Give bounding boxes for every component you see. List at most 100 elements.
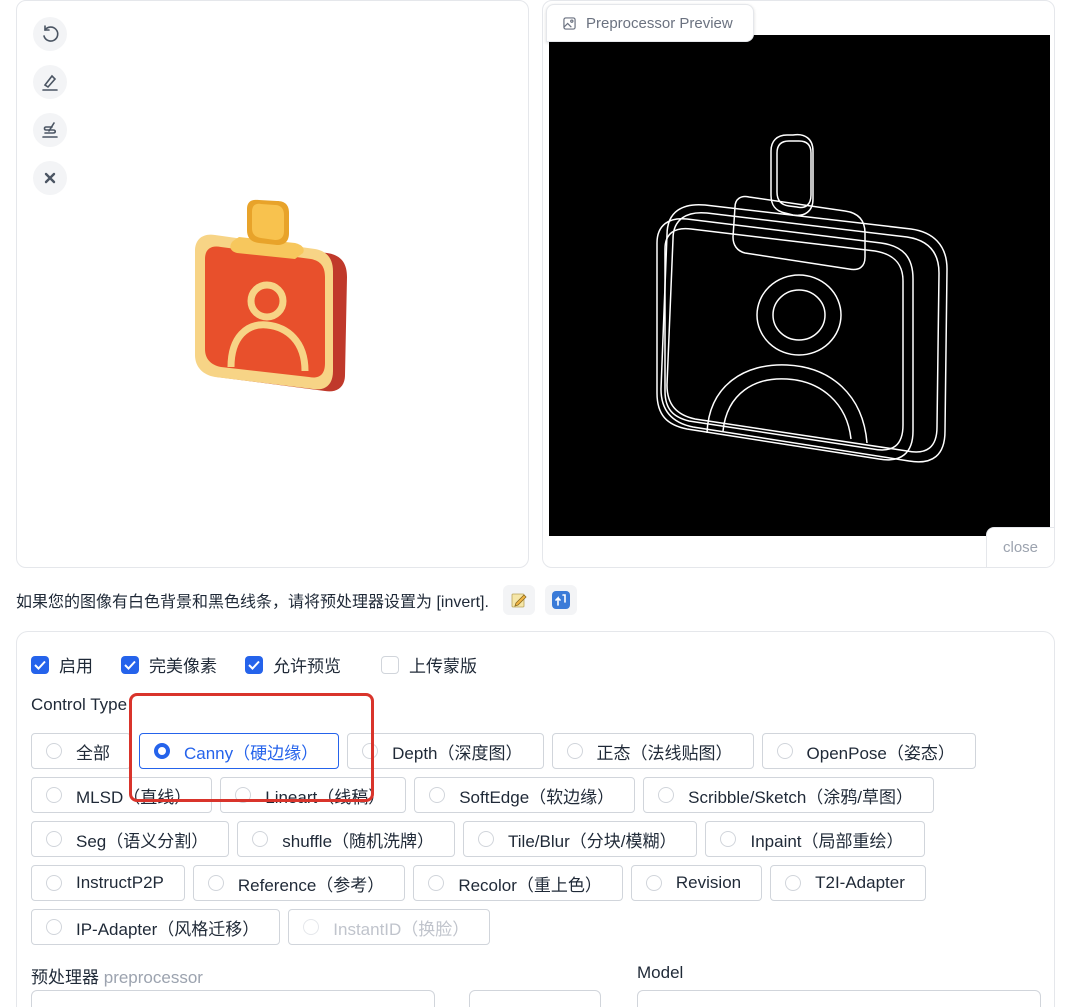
- option-label: Tile/Blur（分块/模糊）: [508, 831, 677, 851]
- radio-icon: [235, 787, 252, 803]
- edit-note-icon: [511, 593, 527, 608]
- control-type-option[interactable]: Reference（参考）: [192, 865, 406, 901]
- transfer-button[interactable]: [544, 585, 577, 615]
- invert-hint-row: 如果您的图像有白色背景和黑色线条，请将预处理器设置为 [invert].: [16, 584, 577, 616]
- enable-label: 启用: [59, 657, 93, 676]
- control-type-option[interactable]: 正态（法线贴图）: [551, 733, 754, 769]
- option-label: shuffle（随机洗牌）: [282, 831, 435, 851]
- option-label: Canny（硬边缘）: [184, 743, 319, 763]
- preprocessor-label-text: 预处理器: [31, 968, 99, 987]
- control-type-option[interactable]: OpenPose（姿态）: [761, 733, 976, 769]
- clear-icon: [44, 172, 56, 184]
- preprocessor-dropdown[interactable]: [31, 990, 435, 1007]
- preview-tab[interactable]: Preprocessor Preview: [546, 4, 754, 42]
- eraser-icon: [42, 74, 58, 91]
- radio-icon: [428, 875, 445, 891]
- control-type-option[interactable]: SoftEdge（软边缘）: [414, 777, 636, 813]
- control-type-option[interactable]: shuffle（随机洗牌）: [237, 821, 456, 857]
- option-label: Lineart（线稿）: [265, 787, 386, 807]
- option-label: Depth（深度图）: [392, 743, 523, 763]
- radio-icon: [478, 831, 495, 847]
- preprocessor-label: 预处理器 preprocessor: [31, 963, 203, 988]
- radio-icon: [645, 875, 662, 891]
- radio-icon: [429, 787, 446, 803]
- model-dropdown[interactable]: [637, 990, 1041, 1007]
- option-label: Revision: [675, 873, 742, 892]
- control-type-option[interactable]: IP-Adapter（风格迁移）: [31, 909, 281, 945]
- control-type-label: Control Type: [31, 695, 128, 714]
- radio-icon: [658, 787, 675, 803]
- control-type-option[interactable]: Tile/Blur（分块/模糊）: [463, 821, 698, 857]
- option-label: 正态（法线贴图）: [596, 743, 733, 763]
- preprocessor-preview-panel: Preprocessor Preview close: [542, 0, 1055, 568]
- option-label: T2I-Adapter: [815, 873, 905, 892]
- checkbox-unchecked-icon: [381, 655, 399, 674]
- eraser-button[interactable]: [33, 65, 67, 99]
- enable-checkbox[interactable]: 启用: [31, 652, 93, 677]
- option-label: Reference（参考）: [237, 875, 385, 895]
- checkbox-checked-icon: [245, 655, 263, 674]
- controlnet-settings: 启用 完美像素 允许预览 上传蒙版 Control Type 全部 Canny（…: [16, 631, 1055, 1007]
- brush-icon: [42, 122, 58, 138]
- pixel-perfect-checkbox[interactable]: 完美像素: [121, 652, 217, 677]
- radio-icon: [46, 875, 62, 891]
- checkbox-checked-icon: [121, 655, 139, 674]
- control-type-row-3: Seg（语义分割） shuffle（随机洗牌） Tile/Blur（分块/模糊）…: [31, 821, 925, 857]
- undo-icon: [43, 25, 59, 42]
- allow-preview-checkbox[interactable]: 允许预览: [245, 652, 341, 677]
- control-type-option[interactable]: Seg（语义分割）: [31, 821, 230, 857]
- preview-tab-label: Preprocessor Preview: [586, 14, 733, 32]
- control-type-row-2: MLSD（直线） Lineart（线稿） SoftEdge（软边缘） Scrib…: [31, 777, 935, 813]
- control-type-option[interactable]: Scribble/Sketch（涂鸦/草图）: [643, 777, 935, 813]
- radio-icon: [362, 743, 379, 759]
- radio-icon: [46, 787, 62, 803]
- control-type-row-4: InstructP2P Reference（参考） Recolor（重上色） R…: [31, 865, 926, 901]
- radio-icon: [303, 919, 320, 935]
- upload-mask-label: 上传蒙版: [409, 657, 477, 676]
- option-label: MLSD（直线）: [76, 787, 192, 807]
- input-image-panel[interactable]: [16, 0, 529, 568]
- option-label: InstructP2P: [76, 873, 164, 892]
- invert-hint-text: 如果您的图像有白色背景和黑色线条，请将预处理器设置为 [invert].: [16, 594, 489, 611]
- control-type-option[interactable]: Depth（深度图）: [347, 733, 544, 769]
- option-label: InstantID（换脸）: [333, 919, 470, 939]
- option-label: Scribble/Sketch（涂鸦/草图）: [688, 787, 914, 807]
- model-label: Model: [637, 963, 684, 982]
- option-label: Inpaint（局部重绘）: [750, 831, 904, 851]
- control-type-option[interactable]: MLSD（直线）: [31, 777, 213, 813]
- control-type-option[interactable]: Lineart（线稿）: [220, 777, 407, 813]
- control-type-option-selected[interactable]: Canny（硬边缘）: [139, 733, 340, 769]
- control-type-option-disabled: InstantID（换脸）: [288, 909, 491, 945]
- canny-preview-image: [549, 35, 1050, 536]
- radio-icon: [46, 743, 62, 759]
- id-card-illustration: [195, 199, 347, 392]
- control-type-option[interactable]: Recolor（重上色）: [413, 865, 623, 901]
- edit-note-button[interactable]: [502, 585, 535, 615]
- radio-icon: [207, 875, 224, 891]
- option-label: SoftEdge（软边缘）: [459, 787, 615, 807]
- control-type-row-1: 全部 Canny（硬边缘） Depth（深度图） 正态（法线贴图） OpenPo…: [31, 733, 976, 769]
- control-type-option[interactable]: InstructP2P: [31, 865, 185, 901]
- upload-mask-checkbox[interactable]: 上传蒙版: [381, 652, 477, 677]
- options-checkboxes: 启用 完美像素 允许预览 上传蒙版: [31, 652, 477, 677]
- control-type-option[interactable]: Inpaint（局部重绘）: [705, 821, 925, 857]
- image-icon: [563, 16, 576, 30]
- radio-icon: [720, 831, 737, 847]
- control-type-option[interactable]: Revision: [630, 865, 763, 901]
- option-label: 全部: [76, 743, 110, 763]
- control-type-option[interactable]: T2I-Adapter: [770, 865, 926, 901]
- control-type-option[interactable]: 全部: [31, 733, 131, 769]
- close-preview-button[interactable]: close: [986, 527, 1054, 567]
- control-type-row-5: IP-Adapter（风格迁移） InstantID（换脸）: [31, 909, 491, 945]
- allow-preview-label: 允许预览: [273, 657, 341, 676]
- undo-button[interactable]: [33, 17, 67, 51]
- radio-icon: [785, 875, 802, 891]
- clear-button[interactable]: [33, 161, 67, 195]
- option-label: Recolor（重上色）: [458, 875, 602, 895]
- radio-icon: [566, 743, 583, 759]
- run-preprocessor-button[interactable]: [469, 990, 601, 1007]
- preprocessor-sub-label: preprocessor: [103, 968, 203, 987]
- brush-button[interactable]: [33, 113, 67, 147]
- option-label: Seg（语义分割）: [76, 831, 209, 851]
- transfer-icon: [551, 591, 570, 609]
